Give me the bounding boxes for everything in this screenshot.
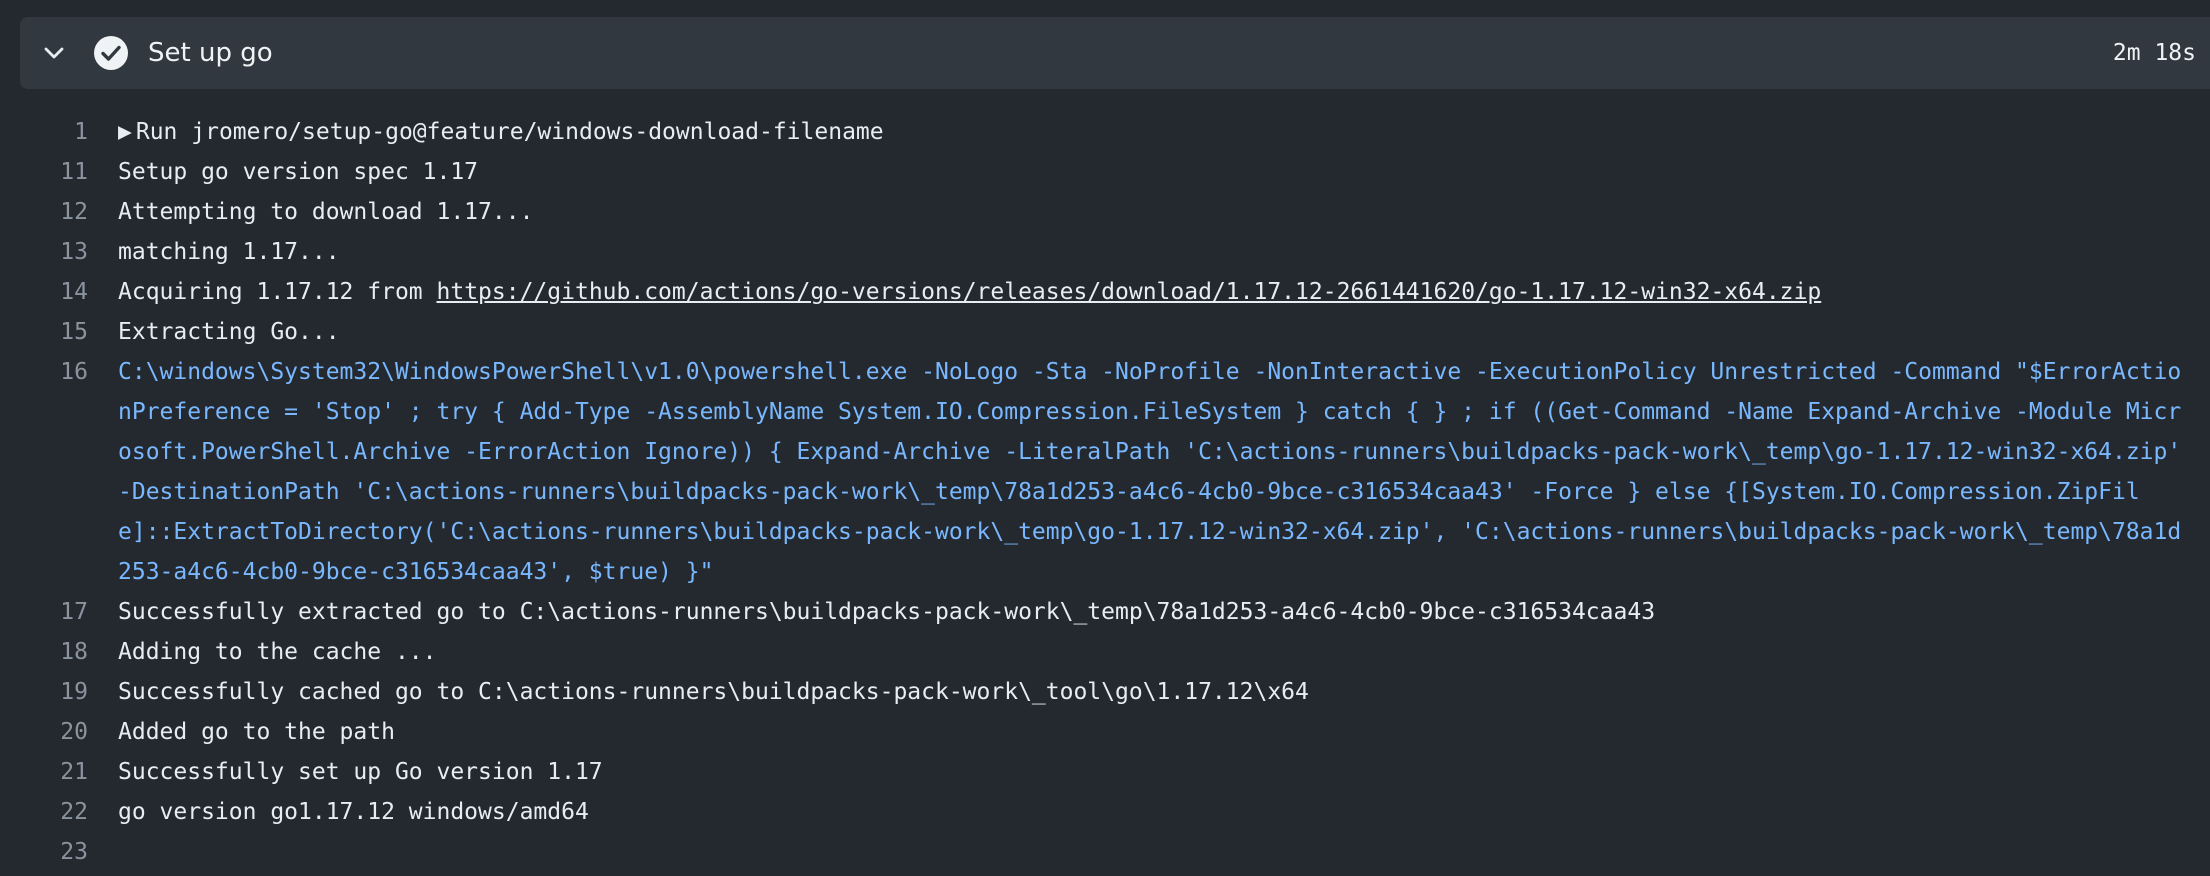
log-line: 16 C:\windows\System32\WindowsPowerShell… [0, 352, 2210, 592]
log-line: 21 Successfully set up Go version 1.17 [0, 752, 2210, 792]
log-text: Acquiring 1.17.12 from https://github.co… [118, 272, 2210, 312]
download-link[interactable]: https://github.com/actions/go-versions/r… [437, 279, 1822, 305]
log-line: 11 Setup go version spec 1.17 [0, 152, 2210, 192]
log-text: Added go to the path [118, 719, 395, 745]
step-title: Set up go [148, 38, 273, 68]
log-text: Adding to the cache ... [118, 639, 437, 665]
line-number[interactable]: 1 [0, 112, 118, 152]
log-line: 12 Attempting to download 1.17... [0, 192, 2210, 232]
log-text: Extracting Go... [118, 319, 340, 345]
powershell-command-text: C:\windows\System32\WindowsPowerShell\v1… [118, 359, 2196, 585]
log-line: 22 go version go1.17.12 windows/amd64 [0, 792, 2210, 832]
log-text: Successfully extracted go to C:\actions-… [118, 599, 1656, 625]
line-number[interactable]: 16 [0, 352, 118, 392]
line-number[interactable]: 14 [0, 272, 118, 312]
log-line: 13 matching 1.17... [0, 232, 2210, 272]
log-line: 20 Added go to the path [0, 712, 2210, 752]
run-command-text: Run jromero/setup-go@feature/windows-dow… [135, 119, 884, 145]
log-text: Successfully set up Go version 1.17 [118, 759, 603, 785]
log-line: 23 [0, 832, 2210, 872]
line-number[interactable]: 19 [0, 672, 118, 712]
expand-triangle-icon[interactable]: ▶ [118, 119, 132, 145]
line-number[interactable]: 18 [0, 632, 118, 672]
log-text: Successfully cached go to C:\actions-run… [118, 679, 1309, 705]
line-number[interactable]: 15 [0, 312, 118, 352]
log-text[interactable]: ▶ Run jromero/setup-go@feature/windows-do… [118, 112, 2210, 152]
log-line: 17 Successfully extracted go to C:\actio… [0, 592, 2210, 632]
log-line[interactable]: 1 ▶ Run jromero/setup-go@feature/windows-… [0, 112, 2210, 152]
log-line: 15 Extracting Go... [0, 312, 2210, 352]
step-header[interactable]: Set up go 2m 18s [20, 17, 2210, 89]
log-output: 1 ▶ Run jromero/setup-go@feature/windows-… [0, 112, 2210, 872]
line-number[interactable]: 22 [0, 792, 118, 832]
line-number[interactable]: 13 [0, 232, 118, 272]
line-number[interactable]: 21 [0, 752, 118, 792]
line-number[interactable]: 12 [0, 192, 118, 232]
log-line: 18 Adding to the cache ... [0, 632, 2210, 672]
line-number[interactable]: 20 [0, 712, 118, 752]
line-number[interactable]: 17 [0, 592, 118, 632]
log-line: 19 Successfully cached go to C:\actions-… [0, 672, 2210, 712]
line-number[interactable]: 11 [0, 152, 118, 192]
step-duration: 2m 18s [2112, 40, 2196, 66]
line-number[interactable]: 23 [0, 832, 118, 872]
log-text: matching 1.17... [118, 239, 340, 265]
acquiring-prefix: Acquiring 1.17.12 from [118, 279, 437, 305]
check-circle-icon [94, 36, 128, 70]
log-text: Setup go version spec 1.17 [118, 159, 479, 185]
chevron-down-icon[interactable] [40, 39, 68, 67]
log-line: 14 Acquiring 1.17.12 from https://github… [0, 272, 2210, 312]
log-text: go version go1.17.12 windows/amd64 [118, 799, 589, 825]
log-text: Attempting to download 1.17... [118, 199, 534, 225]
